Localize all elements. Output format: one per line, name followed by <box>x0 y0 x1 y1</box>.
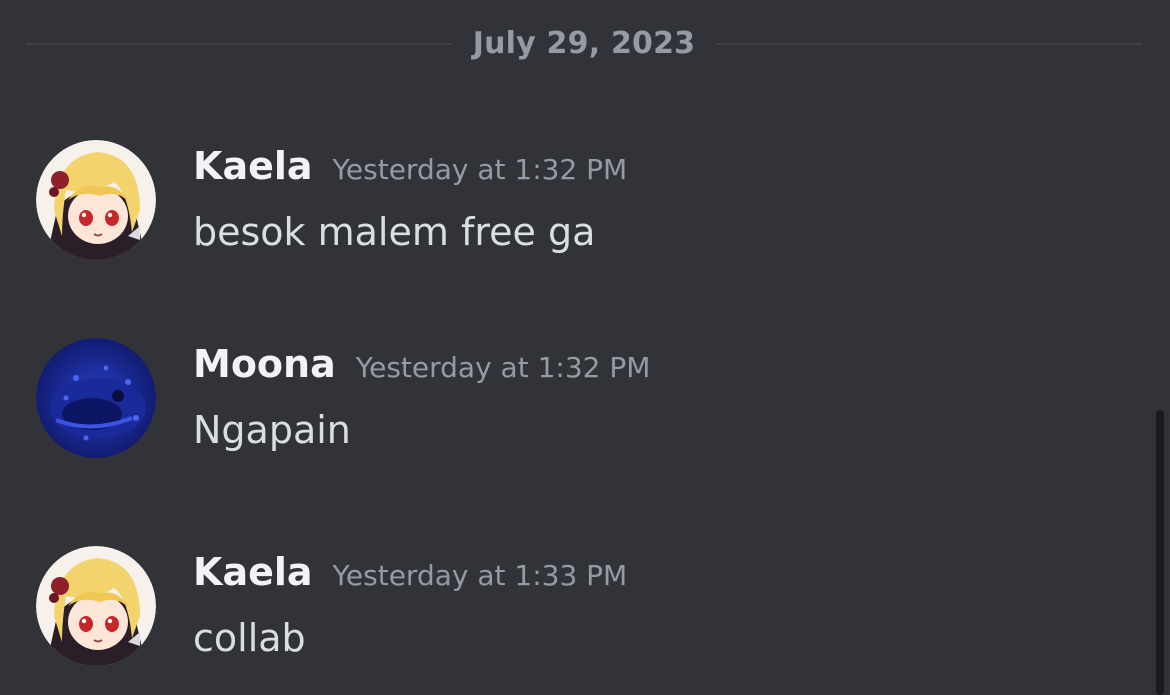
message-text: collab <box>193 616 306 660</box>
username[interactable]: Kaela <box>193 550 313 594</box>
username[interactable]: Moona <box>193 342 336 386</box>
anime-girl-avatar-icon <box>36 546 156 666</box>
anime-girl-avatar-icon <box>36 140 156 260</box>
blue-fish-avatar-icon <box>36 338 156 458</box>
scrollbar-thumb[interactable] <box>1156 410 1164 695</box>
message-text: besok malem free ga <box>193 210 596 254</box>
message-text: Ngapain <box>193 408 351 452</box>
divider-line-right <box>716 43 1142 45</box>
message-item: Kaela Yesterday at 1:32 PM besok malem fr… <box>36 140 1126 270</box>
message-header: Kaela Yesterday at 1:33 PM <box>193 550 627 594</box>
timestamp: Yesterday at 1:33 PM <box>332 559 628 592</box>
message-item: Kaela Yesterday at 1:33 PM collab <box>36 546 1126 676</box>
timestamp: Yesterday at 1:32 PM <box>332 153 628 186</box>
message-header: Kaela Yesterday at 1:32 PM <box>193 144 627 188</box>
message-item: Moona Yesterday at 1:32 PM Ngapain <box>36 338 1126 468</box>
avatar-kaela[interactable] <box>36 546 156 666</box>
username[interactable]: Kaela <box>193 144 313 188</box>
message-header: Moona Yesterday at 1:32 PM <box>193 342 650 386</box>
date-divider: July 29, 2023 <box>26 24 1142 64</box>
avatar-moona[interactable] <box>36 338 156 458</box>
timestamp: Yesterday at 1:32 PM <box>355 351 651 384</box>
avatar-kaela[interactable] <box>36 140 156 260</box>
